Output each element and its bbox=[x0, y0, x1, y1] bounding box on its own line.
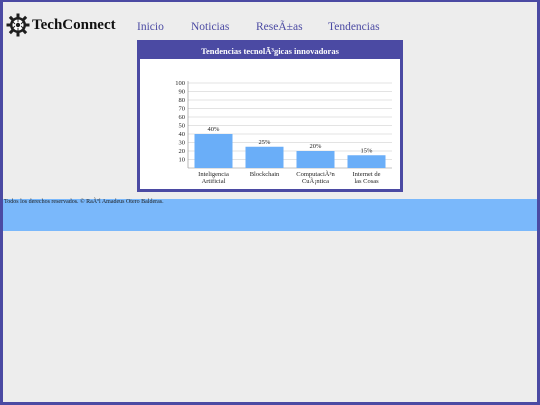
site-header: TechConnect Inicio Noticias ReseÃ±as Ten… bbox=[6, 12, 534, 42]
bar bbox=[245, 146, 284, 168]
bar-data-label: 20% bbox=[310, 143, 323, 150]
y-tick-label: 60 bbox=[179, 114, 186, 121]
nav-link-inicio[interactable]: Inicio bbox=[137, 21, 164, 33]
nav-link-noticias[interactable]: Noticias bbox=[191, 21, 229, 33]
bar-data-label: 25% bbox=[259, 139, 272, 146]
x-tick-label: Artificial bbox=[202, 178, 226, 185]
nav-link-resenas[interactable]: ReseÃ±as bbox=[256, 21, 303, 33]
y-tick-label: 100 bbox=[175, 80, 185, 87]
x-tick-label: las Cosas bbox=[354, 178, 379, 185]
nav-link-tendencias[interactable]: Tendencias bbox=[328, 21, 380, 33]
chart-area: 100 90 80 70 60 50 40 30 20 10 40% Inteligencia Arti… bbox=[140, 59, 400, 189]
brand-logo[interactable]: TechConnect bbox=[6, 13, 116, 37]
y-tick-label: 30 bbox=[179, 140, 186, 147]
y-tick-label: 70 bbox=[179, 106, 186, 113]
bar bbox=[194, 134, 233, 168]
bar bbox=[296, 151, 335, 168]
y-tick-label: 10 bbox=[179, 157, 186, 164]
y-tick-label: 80 bbox=[179, 97, 186, 104]
y-tick-label: 50 bbox=[179, 123, 186, 130]
footer-copyright: Todos los derechos reservados. © RaÃºl A… bbox=[4, 199, 164, 205]
bar-chart: 100 9080 7060 5040 3020 10 40% InteligenciaArti… bbox=[175, 80, 392, 185]
x-tick-label: ComputaciÃ³n bbox=[296, 170, 335, 178]
trends-chart-card: Tendencias tecnolÃ³gicas innovadoras 100… bbox=[137, 40, 403, 192]
chart-title: Tendencias tecnolÃ³gicas innovadoras bbox=[201, 46, 339, 56]
x-tick-label: Internet de bbox=[353, 171, 381, 178]
x-tick-label: Inteligencia bbox=[198, 171, 229, 178]
y-tick-label: 20 bbox=[179, 148, 186, 155]
bar-data-label: 40% bbox=[208, 126, 221, 133]
x-tick-label: Blockchain bbox=[250, 171, 280, 178]
gear-icon bbox=[6, 13, 30, 37]
bar bbox=[347, 155, 386, 168]
y-tick-label: 90 bbox=[179, 89, 186, 96]
x-tick-label: CuÃ¡ntica bbox=[302, 177, 329, 185]
y-tick-label: 40 bbox=[179, 131, 186, 138]
site-footer: Todos los derechos reservados. © RaÃºl A… bbox=[3, 199, 537, 231]
brand-name: TechConnect bbox=[32, 16, 116, 33]
bar-data-label: 15% bbox=[361, 147, 374, 154]
